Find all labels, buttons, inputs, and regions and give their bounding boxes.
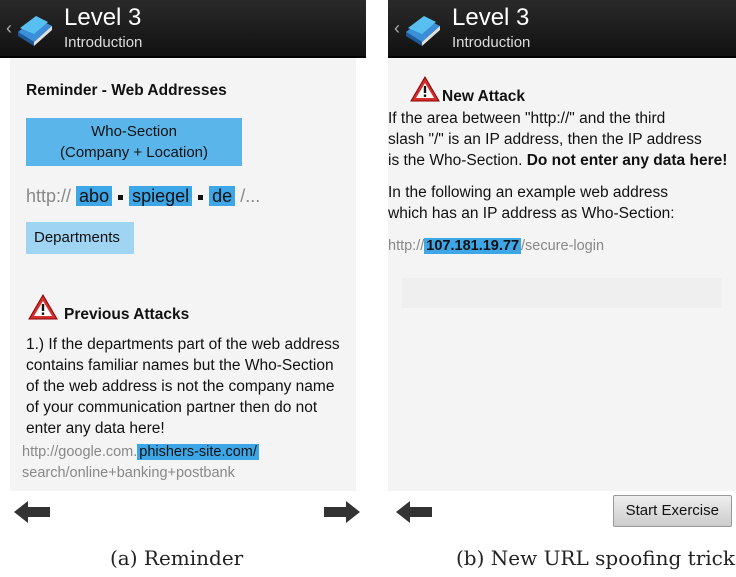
who-section-box: Who-Section (Company + Location) <box>26 118 242 166</box>
example-url-ip: 107.181.19.77 <box>424 238 522 254</box>
back-chevron-icon[interactable]: ‹ <box>394 18 400 39</box>
arrow-right-icon[interactable] <box>324 501 360 523</box>
right-screen: ‹ Level 3 Introduction New Attack If the… <box>388 0 736 531</box>
text-line: contains familiar names but the Who-Sect… <box>26 357 334 374</box>
book-icon <box>406 16 440 46</box>
text-line: which has an IP address as Who-Section: <box>388 205 675 222</box>
divider <box>402 278 722 308</box>
book-icon <box>18 16 52 46</box>
footer-bar: Start Exercise <box>388 491 736 531</box>
header-title: Level 3 <box>452 4 530 31</box>
dot-separator <box>118 194 124 200</box>
text-line: is the Who-Section. <box>388 152 527 169</box>
url-breakdown: http:// abo spiegel de /... <box>26 186 260 207</box>
header-subtitle: Introduction <box>452 34 531 51</box>
footer-bar <box>0 491 366 531</box>
text-line: In the following an example web address <box>388 184 669 201</box>
left-screen: ‹ Level 3 Introduction Reminder - Web Ad… <box>0 0 366 531</box>
arrow-left-icon[interactable] <box>14 501 50 523</box>
text-line: If the area between "http://" and the th… <box>388 110 666 127</box>
new-attack-title: New Attack <box>442 88 525 105</box>
text-line: 1.) If the departments part of the web a… <box>26 336 340 353</box>
warning-text: Do not enter any data here! <box>526 152 728 169</box>
attack-description: 1.) If the departments part of the web a… <box>26 334 340 439</box>
url-prefix: http:// <box>26 186 72 206</box>
caption-left: (a) Reminder <box>110 546 244 570</box>
caption-right: (b) New URL spoofing trick <box>456 546 735 570</box>
url-segment-spiegel: spiegel <box>129 186 193 206</box>
example-url: http://google.com. phishers-site.com/ sea… <box>22 442 259 484</box>
header-title: Level 3 <box>64 4 142 31</box>
url-segment-abo: abo <box>76 186 113 206</box>
url-segment-de: de <box>209 186 236 206</box>
arrow-left-icon[interactable] <box>396 501 432 523</box>
url-suffix: /... <box>240 186 261 206</box>
who-section-line1: Who-Section <box>91 123 177 140</box>
attack-description: If the area between "http://" and the th… <box>388 108 727 171</box>
start-exercise-button[interactable]: Start Exercise <box>612 495 732 527</box>
example-url-line2: search/online+banking+postbank <box>22 465 235 481</box>
example-url-prefix: http:// <box>388 238 425 254</box>
warning-icon <box>28 294 58 320</box>
app-header: ‹ Level 3 Introduction <box>388 0 736 58</box>
example-intro: In the following an example web address … <box>388 182 675 224</box>
text-line: enter any data here! <box>26 420 165 437</box>
example-url-suffix: /secure-login <box>521 238 605 254</box>
text-line: slash "/" is an IP address, then the IP … <box>388 131 702 148</box>
reminder-title: Reminder - Web Addresses <box>26 82 227 99</box>
back-chevron-icon[interactable]: ‹ <box>6 18 12 39</box>
previous-attacks-title: Previous Attacks <box>64 306 190 323</box>
text-line: of the web address is not the company na… <box>26 378 335 395</box>
dot-separator <box>198 194 204 200</box>
example-url-prefix: http://google.com. <box>22 444 138 460</box>
warning-icon <box>410 76 440 102</box>
departments-box: Departments <box>26 222 134 254</box>
example-url-highlight: phishers-site.com/ <box>137 444 259 460</box>
text-line: of your communication partner then do no… <box>26 399 318 416</box>
who-section-line2: (Company + Location) <box>60 144 208 161</box>
header-subtitle: Introduction <box>64 34 143 51</box>
example-url: http://107.181.19.77/secure-login <box>388 236 604 257</box>
app-header: ‹ Level 3 Introduction <box>0 0 366 58</box>
